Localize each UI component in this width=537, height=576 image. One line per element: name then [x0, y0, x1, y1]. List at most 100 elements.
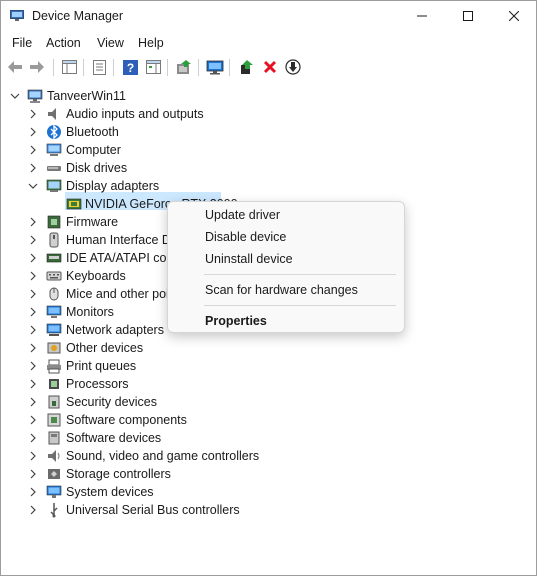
context-menu-update-driver[interactable]: Update driver — [205, 208, 280, 222]
help-icon[interactable]: ? — [121, 58, 139, 76]
tree-category-label: Software components — [66, 413, 187, 427]
computer-root-icon — [27, 89, 43, 103]
context-menu-uninstall-device[interactable]: Uninstall device — [205, 252, 293, 266]
title-bar[interactable]: Device Manager — [1, 1, 536, 33]
network-adapter-icon — [46, 323, 62, 336]
chevron-right-icon[interactable] — [28, 505, 38, 515]
chevron-right-icon[interactable] — [28, 253, 38, 263]
toolbar-separator — [53, 59, 54, 76]
chevron-right-icon[interactable] — [28, 343, 38, 353]
chevron-right-icon[interactable] — [28, 307, 38, 317]
menu-view[interactable]: View — [97, 36, 124, 50]
menu-file[interactable]: File — [12, 36, 32, 50]
toolbar-separator — [229, 59, 230, 76]
tree-category-label: System devices — [66, 485, 154, 499]
enable-device-icon[interactable] — [238, 58, 256, 76]
tree-category-row[interactable]: Software devices — [1, 429, 536, 447]
minimize-icon — [417, 15, 427, 17]
menu-help[interactable]: Help — [138, 36, 164, 50]
chevron-down-icon[interactable] — [28, 181, 38, 191]
printer-icon — [47, 359, 61, 374]
toolbar-separator — [167, 59, 168, 76]
tree-category-row[interactable]: Disk drives — [1, 159, 536, 177]
chevron-right-icon[interactable] — [28, 289, 38, 299]
storage-controller-icon — [48, 469, 60, 479]
chevron-right-icon[interactable] — [28, 235, 38, 245]
properties-icon[interactable] — [90, 58, 108, 76]
tree-category-row[interactable]: Security devices — [1, 393, 536, 411]
tree-category-row[interactable]: Other devices — [1, 339, 536, 357]
forward-arrow-icon[interactable] — [28, 58, 46, 76]
back-arrow-icon[interactable] — [6, 58, 24, 76]
disk-drive-icon — [47, 166, 61, 171]
tree-root-label: TanveerWin11 — [47, 89, 126, 103]
tree-category-row[interactable]: Storage controllers — [1, 465, 536, 483]
firmware-icon — [47, 215, 61, 229]
tree-category-row[interactable]: Universal Serial Bus controllers — [1, 501, 536, 519]
tree-category-row[interactable]: Display adapters — [1, 177, 536, 195]
tree-category-row[interactable]: Computer — [1, 141, 536, 159]
context-menu-scan-hardware[interactable]: Scan for hardware changes — [205, 283, 358, 297]
chevron-right-icon[interactable] — [28, 271, 38, 281]
menu-action[interactable]: Action — [46, 36, 81, 50]
maximize-button[interactable] — [445, 1, 491, 31]
other-devices-icon — [47, 342, 61, 354]
chevron-right-icon[interactable] — [28, 487, 38, 497]
uninstall-icon[interactable] — [261, 58, 279, 76]
tree-category-label: Security devices — [66, 395, 158, 409]
chevron-right-icon[interactable] — [28, 163, 38, 173]
chevron-right-icon[interactable] — [28, 217, 38, 227]
chevron-right-icon[interactable] — [28, 397, 38, 407]
chevron-right-icon[interactable] — [28, 469, 38, 479]
chevron-down-icon[interactable] — [10, 91, 20, 101]
tree-category-row[interactable]: Sound, video and game controllers — [1, 447, 536, 465]
tree-category-row[interactable]: Software components — [1, 411, 536, 429]
minimize-button[interactable] — [399, 1, 445, 31]
chevron-right-icon[interactable] — [28, 361, 38, 371]
scan-hardware-icon[interactable] — [206, 58, 224, 76]
chevron-right-icon[interactable] — [28, 145, 38, 155]
tree-category-row[interactable]: Print queues — [1, 357, 536, 375]
processor-icon — [49, 379, 59, 389]
show-hide-console-tree-icon[interactable] — [60, 58, 78, 76]
tree-category-label: Software devices — [66, 431, 162, 445]
tree-root[interactable]: TanveerWin11 — [1, 87, 301, 105]
tree-category-label: Human Interface D — [66, 233, 171, 247]
context-menu-properties[interactable]: Properties — [205, 314, 267, 328]
ide-controller-icon — [46, 253, 62, 263]
chevron-right-icon[interactable] — [28, 433, 38, 443]
toolbar-separator — [113, 59, 114, 76]
tree-category-row[interactable]: Audio inputs and outputs — [1, 105, 536, 123]
tree-category-label: Processors — [66, 377, 129, 391]
software-component-icon — [47, 413, 61, 427]
security-icon — [48, 395, 60, 409]
context-menu: Update driver Disable device Uninstall d… — [167, 201, 405, 333]
tree-category-label: Keyboards — [66, 269, 126, 283]
update-driver-icon[interactable] — [175, 58, 193, 76]
chevron-right-icon[interactable] — [28, 415, 38, 425]
bluetooth-icon — [47, 124, 61, 140]
chevron-right-icon[interactable] — [28, 379, 38, 389]
chevron-right-icon[interactable] — [28, 127, 38, 137]
tree-category-label: Print queues — [66, 359, 137, 373]
action-pane-icon[interactable] — [144, 58, 162, 76]
tree-category-label: Universal Serial Bus controllers — [66, 503, 240, 517]
tree-category-label: Bluetooth — [66, 125, 119, 139]
tree-category-label: IDE ATA/ATAPI cont — [66, 251, 177, 265]
context-menu-separator — [204, 274, 396, 275]
tree-category-row[interactable]: Processors — [1, 375, 536, 393]
software-device-icon — [48, 431, 60, 445]
tree-category-label: Computer — [66, 143, 121, 157]
tree-category-label: Display adapters — [66, 179, 160, 193]
download-driver-icon[interactable] — [284, 58, 302, 76]
close-button[interactable] — [491, 1, 537, 31]
tree-category-label: Other devices — [66, 341, 144, 355]
tree-category-row[interactable]: Bluetooth — [1, 123, 536, 141]
tree-category-row[interactable]: System devices — [1, 483, 536, 501]
system-device-icon — [46, 485, 62, 498]
context-menu-disable-device[interactable]: Disable device — [205, 230, 286, 244]
chevron-right-icon[interactable] — [28, 451, 38, 461]
chevron-right-icon[interactable] — [28, 325, 38, 335]
device-manager-window: Device Manager File Action View Help ? T… — [0, 0, 537, 576]
chevron-right-icon[interactable] — [28, 109, 38, 119]
